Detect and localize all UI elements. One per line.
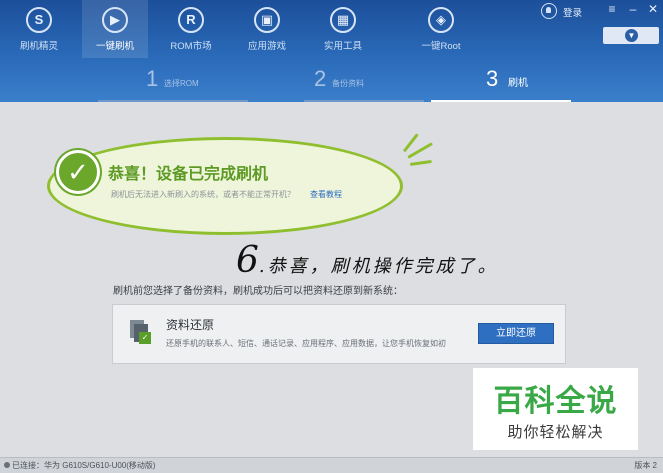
step-number: 2 xyxy=(314,66,327,91)
download-button[interactable]: ▼ xyxy=(603,27,659,44)
user-icon[interactable] xyxy=(541,3,557,19)
nav-label: 实用工具 xyxy=(323,41,362,52)
restore-now-button[interactable]: 立即还原 xyxy=(478,323,554,344)
main-nav: S 刷机精灵 ▶ 一键刷机 R ROM市场 ▣ 应用游戏 ▦ 实用工具 ◈ 一键… xyxy=(0,0,500,58)
progress-steps: 1 选择ROM 2 备份资料 3 刷机 xyxy=(96,64,571,102)
shield-s-icon: S xyxy=(26,7,52,33)
login-link[interactable]: 登录 xyxy=(563,5,582,19)
phone-icon xyxy=(4,462,10,468)
restore-description: 还原手机的联系人、短信、通话记录、应用程序、应用数据，让您手机恢复如初 xyxy=(166,339,446,348)
nav-label: 应用游戏 xyxy=(247,41,286,52)
step-label: 刷机 xyxy=(508,78,528,89)
play-arrow-icon: ▶ xyxy=(102,7,128,33)
window-controls: 登录 ≡ – ✕ xyxy=(533,0,663,26)
minimize-icon[interactable]: – xyxy=(626,2,640,16)
car-icon: ◈ xyxy=(428,7,454,33)
connection-status: 已连接：华为 G610S/G610-U00(移动版) xyxy=(4,460,156,471)
document-restore-icon: ✓ xyxy=(130,320,151,344)
app-header: S 刷机精灵 ▶ 一键刷机 R ROM市场 ▣ 应用游戏 ▦ 实用工具 ◈ 一键… xyxy=(0,0,663,102)
version-label: 版本 2 xyxy=(634,461,657,470)
grid-icon: ▦ xyxy=(330,7,356,33)
nav-item-rom-market[interactable]: R ROM市场 xyxy=(158,0,224,58)
nav-item-one-click-flash[interactable]: ▶ 一键刷机 xyxy=(82,0,148,58)
nav-label: 一键刷机 xyxy=(95,41,134,52)
nav-item-flash-genie[interactable]: S 刷机精灵 xyxy=(6,0,72,58)
nav-label: ROM市场 xyxy=(170,41,212,52)
download-arrow-icon: ▼ xyxy=(625,29,638,42)
success-title: 恭喜！设备已完成刷机 xyxy=(108,166,269,183)
restore-title: 资料还原 xyxy=(166,318,215,332)
step-backup: 2 备份资料 xyxy=(304,64,444,102)
close-icon[interactable]: ✕ xyxy=(646,2,660,16)
success-bubble xyxy=(47,137,403,235)
checkmark-icon: ✓ xyxy=(56,150,100,194)
bag-icon: ▣ xyxy=(254,7,280,33)
nav-label: 刷机精灵 xyxy=(19,41,58,52)
step-label: 备份资料 xyxy=(332,79,364,88)
watermark-title: 百科全说 xyxy=(493,385,618,418)
step-label: 选择ROM xyxy=(164,79,199,88)
step-number: 3 xyxy=(486,66,499,91)
status-bar: 已连接：华为 G610S/G610-U00(移动版) 版本 2 xyxy=(0,457,663,473)
success-subtitle: 刷机后无法进入新刷入的系统，或者不能正常开机？ xyxy=(111,190,295,199)
view-tutorial-link[interactable]: 查看教程 xyxy=(310,189,342,200)
step-flash: 3 刷机 xyxy=(431,64,586,102)
watermark-subtitle: 助你轻松解决 xyxy=(507,424,604,441)
annotation-number: 6 xyxy=(236,240,259,281)
step-annotation: 6.恭喜，刷机操作完成了。 xyxy=(236,240,499,281)
menu-icon[interactable]: ≡ xyxy=(605,2,619,16)
connection-text: 已连接：华为 G610S/G610-U00(移动版) xyxy=(12,461,156,470)
rom-r-icon: R xyxy=(178,7,204,33)
nav-item-apps-games[interactable]: ▣ 应用游戏 xyxy=(234,0,300,58)
annotation-text: .恭喜，刷机操作完成了。 xyxy=(258,256,499,277)
step-number: 1 xyxy=(146,66,159,91)
nav-item-one-click-root[interactable]: ◈ 一键Root xyxy=(408,0,474,58)
nav-item-tools[interactable]: ▦ 实用工具 xyxy=(310,0,376,58)
watermark: 百科全说 助你轻松解决 xyxy=(473,368,638,450)
restore-prompt: 刷机前您选择了备份资料，刷机成功后可以把资料还原到新系统： xyxy=(113,286,403,297)
nav-label: 一键Root xyxy=(421,41,461,52)
step-select-rom: 1 选择ROM xyxy=(98,64,306,102)
